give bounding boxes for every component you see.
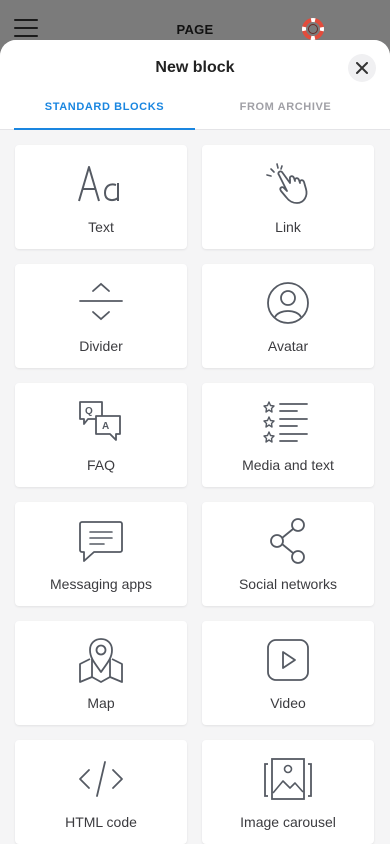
block-label: Divider [79,338,123,354]
divider-icon [76,278,126,328]
tab-from-archive[interactable]: FROM ARCHIVE [195,92,376,130]
block-video[interactable]: Video [202,621,374,725]
svg-text:Q: Q [85,406,93,417]
block-label: Image carousel [240,814,336,830]
block-link[interactable]: Link [202,145,374,249]
help-button[interactable] [302,18,324,40]
block-label: Messaging apps [50,576,152,592]
new-block-sheet: New block STANDARD BLOCKS FROM ARCHIVE T… [0,40,390,844]
block-label: HTML code [65,814,137,830]
block-label: FAQ [86,457,115,473]
play-icon [263,635,313,685]
block-label: Video [270,695,306,711]
block-divider[interactable]: Divider [15,264,187,368]
page-title: PAGE [176,22,214,37]
block-avatar[interactable]: Avatar [202,264,374,368]
svg-text:A: A [102,421,109,432]
sheet-header: New block STANDARD BLOCKS FROM ARCHIVE [0,40,390,130]
block-label: Text [88,219,114,235]
avatar-icon [263,278,313,328]
block-faq[interactable]: Q A FAQ [15,383,187,487]
pointer-hand-icon [263,159,313,209]
hamburger-menu-icon [14,19,38,21]
block-label: Avatar [267,338,309,354]
text-icon [76,159,126,209]
close-icon [356,62,368,74]
block-label: Media and text [242,457,334,473]
code-icon [76,754,126,804]
faq-icon: Q A [76,397,126,447]
block-media-and-text[interactable]: Media and text [202,383,374,487]
lifebuoy-icon [302,18,324,40]
media-list-icon [263,397,313,447]
tab-bar: STANDARD BLOCKS FROM ARCHIVE [14,92,390,130]
block-html-code[interactable]: HTML code [15,740,187,844]
chat-bubble-icon [76,516,126,566]
block-social-networks[interactable]: Social networks [202,502,374,606]
image-carousel-icon [263,754,313,804]
block-map[interactable]: Map [15,621,187,725]
block-label: Social networks [238,576,338,592]
block-messaging-apps[interactable]: Messaging apps [15,502,187,606]
tab-standard-blocks[interactable]: STANDARD BLOCKS [14,92,195,130]
close-button[interactable] [348,54,376,82]
blocks-grid: Text Link Divider Avatar Q A FAQ Media a… [15,145,375,844]
map-pin-icon [76,635,126,685]
share-icon [263,516,313,566]
block-label: Link [275,219,301,235]
block-text[interactable]: Text [15,145,187,249]
block-image-carousel[interactable]: Image carousel [202,740,374,844]
sheet-title: New block [155,59,235,76]
block-label: Map [87,695,115,711]
